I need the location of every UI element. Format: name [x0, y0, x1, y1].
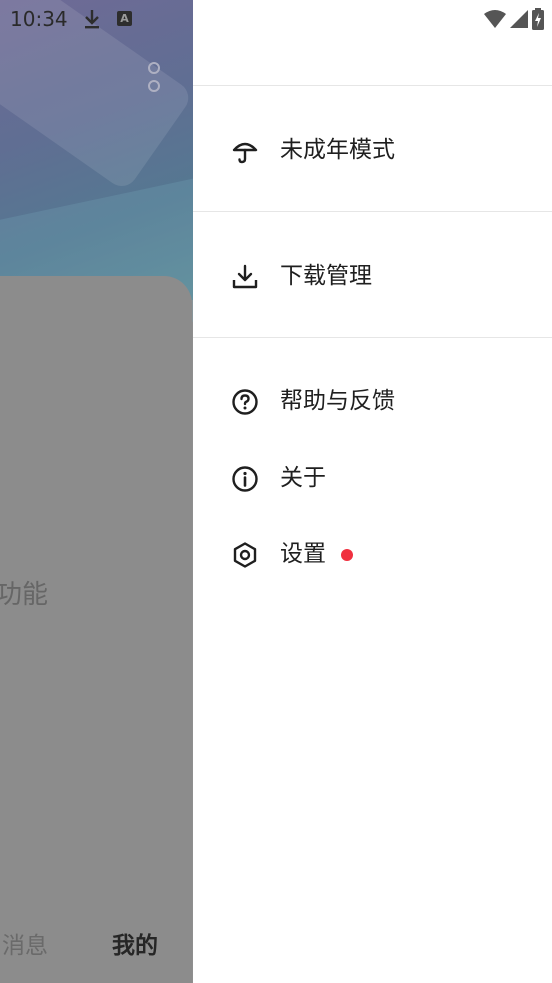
- menu-item-about[interactable]: 关于: [193, 448, 552, 508]
- tab-mine[interactable]: 我的: [112, 926, 158, 960]
- umbrella-icon: [232, 142, 258, 164]
- divider: [193, 85, 552, 86]
- menu-item-download-management[interactable]: 下载管理: [193, 246, 552, 306]
- wifi-icon: [484, 10, 506, 28]
- status-icons: [484, 8, 544, 30]
- menu-item-minor-mode[interactable]: 未成年模式: [193, 120, 552, 180]
- notification-dot: [341, 549, 353, 561]
- feature-text-partial: 功能: [0, 580, 49, 610]
- background-app: 功能 消息 我的 10:34 A: [0, 0, 193, 983]
- help-circle-icon: [232, 389, 258, 415]
- profile-header-background: [0, 0, 193, 366]
- menu-item-label: 帮助与反馈: [280, 388, 395, 414]
- menu-item-help-feedback[interactable]: 帮助与反馈: [193, 371, 552, 431]
- info-circle-icon: [232, 466, 258, 492]
- navigation-drawer: 未成年模式 下载管理 帮助与反馈 关于 设置: [193, 0, 552, 983]
- divider: [193, 337, 552, 338]
- download-notification-icon: [85, 10, 99, 29]
- menu-item-label: 设置: [280, 541, 326, 567]
- more-options-icon[interactable]: [148, 62, 162, 94]
- tab-messages[interactable]: 消息: [2, 926, 48, 960]
- status-time: 10:34: [10, 7, 68, 31]
- profile-content-card: [0, 276, 192, 983]
- battery-icon: [532, 8, 544, 30]
- divider: [193, 211, 552, 212]
- menu-item-label: 关于: [280, 465, 326, 491]
- menu-item-label: 下载管理: [280, 263, 372, 289]
- menu-item-settings[interactable]: 设置: [193, 524, 552, 584]
- keyboard-notification-icon: A: [117, 11, 132, 26]
- settings-hexagon-icon: [233, 542, 257, 568]
- download-icon: [232, 264, 258, 289]
- signal-icon: [510, 10, 528, 28]
- menu-item-label: 未成年模式: [280, 137, 395, 163]
